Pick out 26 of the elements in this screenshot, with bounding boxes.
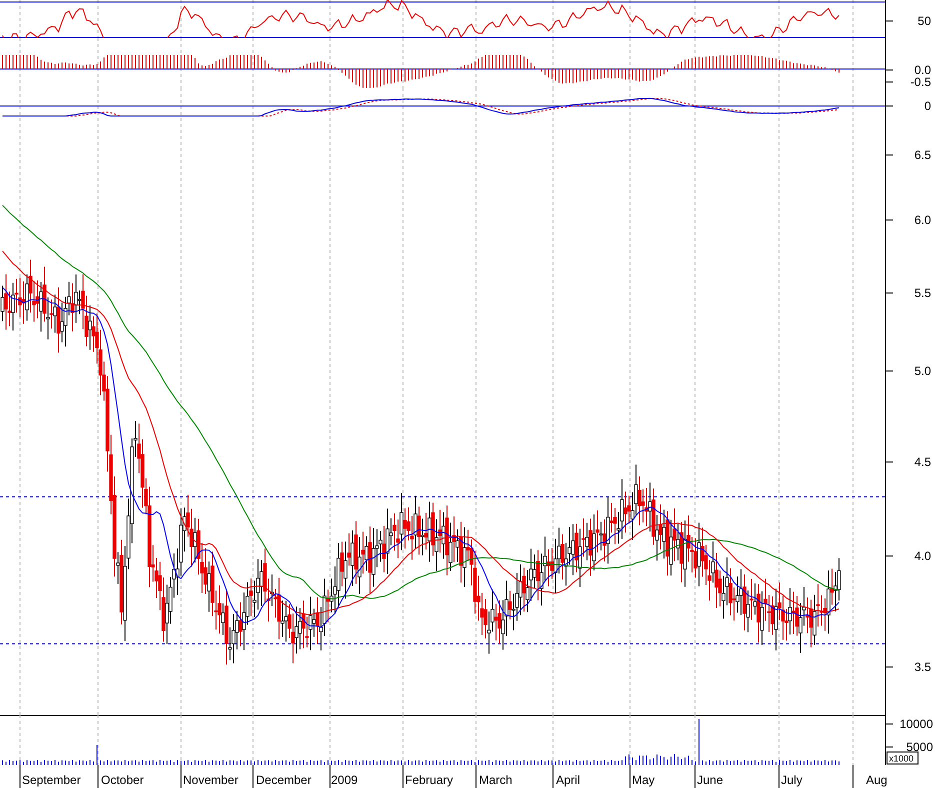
axis-label: 0.0 [914,63,931,77]
axis-label: 3.5 [914,660,931,674]
month-label: May [632,773,655,787]
month-label: December [256,773,312,787]
axis-label: 10000 [900,717,933,731]
month-label: July [781,773,802,787]
month-label: October [101,773,144,787]
month-label: November [183,773,238,787]
axis-label: 4.0 [914,549,931,563]
axis-label: 5.5 [914,286,931,300]
month-label: February [405,773,454,787]
axis-label: 0 [924,99,931,113]
month-label: Aug [866,773,888,787]
month-label: June [697,773,724,787]
axis-label: 5000 [906,740,933,754]
unit-label: x1000 [886,752,918,764]
month-label: 2009 [331,773,358,787]
axis-label: 6.0 [914,213,931,227]
month-label: March [479,773,512,787]
month-label: April [556,773,580,787]
axis-label: 5.0 [914,364,931,378]
axis-label: 6.5 [914,148,931,162]
axis-label: -0.5 [910,75,931,88]
month-label: September [22,773,81,787]
axis-label: 50 [918,14,931,28]
axis-label: 4.5 [914,455,931,469]
